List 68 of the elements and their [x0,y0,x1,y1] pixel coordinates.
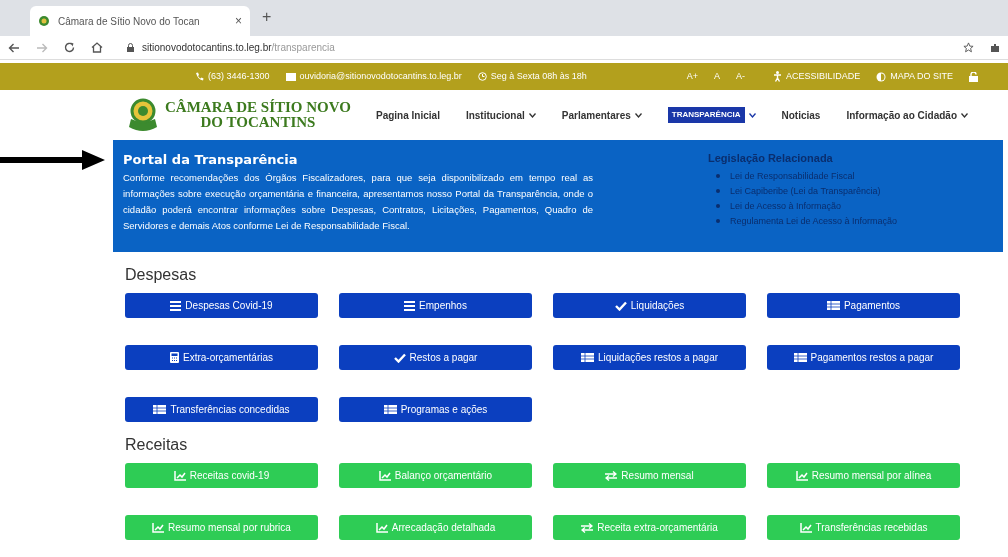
report-button[interactable]: Transferências concedidas [125,397,318,422]
tab-title: Câmara de Sítio Novo do Tocan [58,14,201,29]
caret-icon [961,112,968,118]
calculator-icon [170,352,179,363]
report-button[interactable]: Despesas Covid-19 [125,293,318,318]
table-icon [383,405,397,414]
bullet-icon [716,174,720,178]
line-chart-icon [378,470,391,481]
favicon-icon [38,15,50,27]
table-icon [580,353,594,362]
nav-link[interactable]: Institucional [465,107,536,123]
bullet-icon [716,219,720,223]
envelope-icon [285,72,296,81]
list-icon [404,300,416,311]
line-chart-icon [173,470,186,481]
browser-tab[interactable]: Câmara de Sítio Novo do Tocan × [30,6,250,36]
legislation-title: Legislação Relacionada [708,151,834,166]
line-chart-icon [375,522,388,533]
line-chart-icon [152,522,165,533]
report-button[interactable]: Empenhos [339,293,532,318]
check-icon [393,352,406,363]
address-bar[interactable]: sitionovodotocantins.to.leg.br/transparencia [119,37,947,58]
new-tab-button[interactable]: + [262,5,272,29]
url-host: sitionovodotocantins.to.leg.br/transparencia [142,41,335,55]
clock-icon [477,72,487,81]
nav-link[interactable]: Noticias [781,107,821,123]
banner-title: Portal da Transparência [123,151,299,169]
reload-icon[interactable] [64,42,75,53]
banner-text: Conforme recomendações dos Órgãos Fiscalizadores, para que seja disponibilizado em tempo real as informações sobre execução orçamentária e financeira, apresentamos nosso Portal da Transparência, onde o cidadão poderá encontrar informações sobre Despesas, Contratos, Licitações, Pagamentos, Quadro de Servidores e demais Atos conforme Lei de Responsabilidade Fiscal. [123,170,593,233]
exchange-icon [605,470,618,481]
list-icon [170,300,182,311]
contrast-icon [876,71,887,82]
logo-subtitle: DO TOCANTINS [200,115,316,130]
section-heading: Despesas [125,265,198,285]
table-icon [153,405,167,414]
logo-title: CÂMARA DE SÍTIO NOVO [165,100,351,115]
home-icon[interactable] [91,42,103,53]
section-heading: Receitas [125,435,189,455]
opening-hours: Seg à Sexta 08h às 18h [477,69,587,84]
report-button[interactable]: Pagamentos restos a pagar [767,345,960,370]
extension-icon[interactable] [990,42,1000,53]
bullet-icon [716,189,720,193]
nav-link[interactable]: Informação ao Cidadão [846,107,968,123]
caret-icon [748,112,756,118]
exchange-icon [581,522,594,533]
check-icon [614,300,627,311]
report-button[interactable]: Restos a pagar [339,345,532,370]
phone-icon [195,72,204,81]
back-icon[interactable] [8,42,20,53]
accessibility-icon [773,71,783,82]
line-chart-icon [795,470,808,481]
nav-link[interactable]: Parlamentares [561,107,642,123]
table-icon [826,301,840,310]
caret-icon [528,112,536,118]
lock-icon[interactable] [969,71,978,82]
nav-link[interactable]: Pagina Inicial [376,107,440,123]
report-button[interactable]: Pagamentos [767,293,960,318]
report-button[interactable]: Programas e ações [339,397,532,422]
report-button[interactable]: Extra-orçamentárias [125,345,318,370]
caret-icon [634,112,642,118]
report-button[interactable]: Liquidações restos a pagar [553,345,746,370]
tab-close-button[interactable]: × [235,12,242,30]
line-chart-icon [799,522,812,533]
lock-icon [127,43,134,52]
report-button[interactable]: Liquidações [553,293,746,318]
table-icon [793,353,807,362]
bullet-icon [716,204,720,208]
star-icon[interactable] [963,42,974,53]
